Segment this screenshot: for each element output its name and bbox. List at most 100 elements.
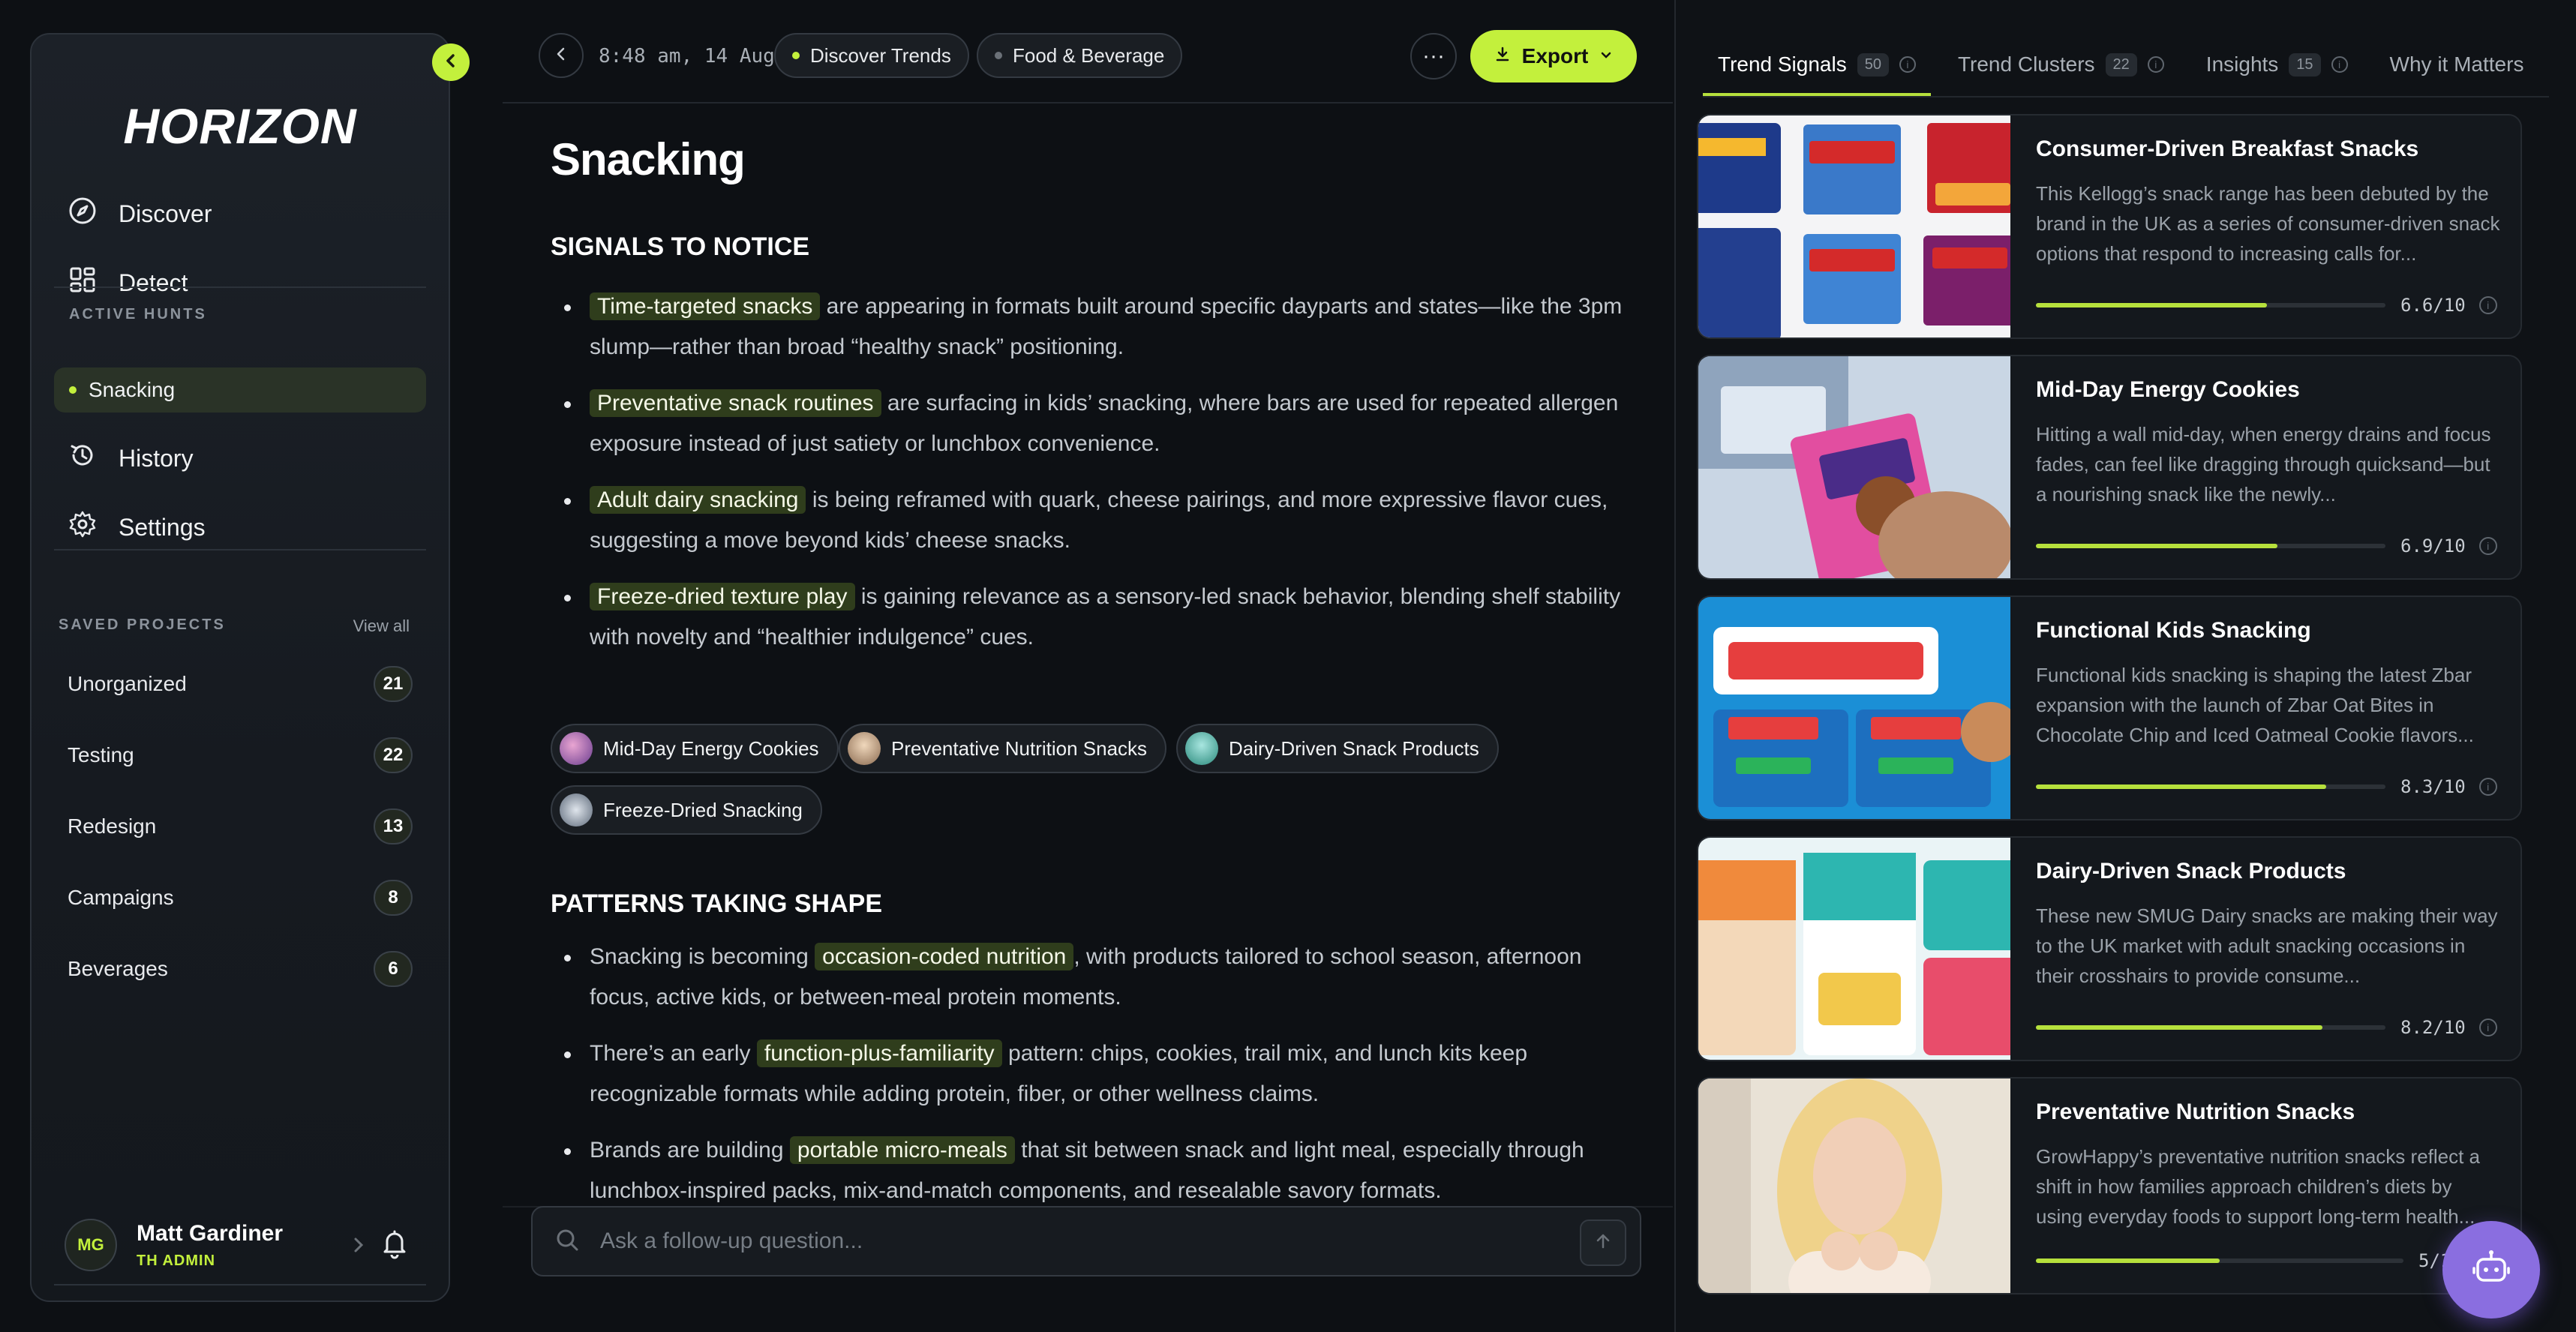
chip-label: Food & Beverage bbox=[1013, 44, 1165, 67]
thumbnail bbox=[1185, 732, 1218, 765]
robot-icon bbox=[2470, 1247, 2512, 1293]
project-item[interactable]: Unorganized 21 bbox=[68, 662, 413, 706]
info-icon[interactable]: i bbox=[2478, 537, 2497, 555]
nav-history[interactable]: History bbox=[68, 432, 194, 484]
info-icon[interactable]: i bbox=[1899, 56, 1916, 73]
info-icon[interactable]: i bbox=[2331, 56, 2348, 73]
project-item[interactable]: Beverages 6 bbox=[68, 946, 413, 992]
trend-card[interactable]: Consumer-Driven Breakfast Snacks This Ke… bbox=[1697, 114, 2522, 339]
back-button[interactable] bbox=[539, 33, 584, 78]
card-description: This Kellogg’s snack range has been debu… bbox=[2036, 182, 2500, 265]
highlight-term[interactable]: Preventative snack routines bbox=[590, 389, 881, 417]
highlight-term[interactable]: Freeze-dried texture play bbox=[590, 583, 855, 610]
pill-label: Preventative Nutrition Snacks bbox=[891, 736, 1148, 760]
chevron-right-icon[interactable] bbox=[350, 1230, 369, 1264]
chip-discover-trends[interactable]: Discover Trends bbox=[774, 33, 969, 78]
nav-detect[interactable]: Detect bbox=[68, 256, 188, 309]
highlight-term[interactable]: Time-targeted snacks bbox=[590, 292, 821, 320]
user-role: TH ADMIN bbox=[137, 1252, 216, 1269]
card-image bbox=[1698, 356, 2010, 578]
project-item[interactable]: Redesign 13 bbox=[68, 804, 413, 849]
nav-settings[interactable]: Settings bbox=[68, 501, 206, 554]
related-trend-pill[interactable]: Freeze-Dried Snacking bbox=[551, 785, 822, 835]
tab-label: Why it Matters bbox=[2389, 52, 2524, 76]
tab-trend-clusters[interactable]: Trend Clusters 22 i bbox=[1943, 33, 2179, 96]
hunt-label: Snacking bbox=[89, 378, 176, 401]
score-row: 6.9/10 i bbox=[2036, 535, 2501, 557]
ellipsis-icon: ··· bbox=[1422, 44, 1445, 68]
card-description: Functional kids snacking is shaping the … bbox=[2036, 664, 2474, 746]
divider bbox=[54, 549, 426, 550]
patterns-heading: PATTERNS TAKING SHAPE bbox=[551, 890, 883, 918]
tab-why-it-matters[interactable]: Why it Matters bbox=[2375, 33, 2539, 96]
nav-detect-label: Detect bbox=[119, 268, 188, 296]
chevron-down-icon bbox=[1599, 44, 1614, 68]
related-trend-pill[interactable]: Dairy-Driven Snack Products bbox=[1176, 724, 1499, 773]
grid-icon bbox=[68, 265, 98, 301]
more-options-button[interactable]: ··· bbox=[1410, 33, 1457, 80]
card-description: These new SMUG Dairy snacks are making t… bbox=[2036, 904, 2498, 987]
info-icon[interactable]: i bbox=[2478, 778, 2497, 796]
trend-card[interactable]: Preventative Nutrition Snacks GrowHappy’… bbox=[1697, 1077, 2522, 1294]
info-icon[interactable]: i bbox=[2478, 1018, 2497, 1036]
bell-icon[interactable] bbox=[380, 1227, 410, 1264]
score-value: 6.6/10 bbox=[2400, 295, 2466, 316]
card-title: Preventative Nutrition Snacks bbox=[2036, 1100, 2355, 1124]
divider bbox=[503, 102, 1673, 104]
list-item: Brands are building portable micro-meals… bbox=[551, 1130, 1631, 1211]
related-trend-pill[interactable]: Preventative Nutrition Snacks bbox=[839, 724, 1167, 773]
status-dot bbox=[792, 52, 800, 59]
card-title: Dairy-Driven Snack Products bbox=[2036, 859, 2346, 884]
card-image bbox=[1698, 597, 2010, 819]
card-description: GrowHappy’s preventative nutrition snack… bbox=[2036, 1145, 2481, 1228]
tab-insights[interactable]: Insights 15 i bbox=[2191, 33, 2363, 96]
pill-label: Mid-Day Energy Cookies bbox=[603, 736, 819, 760]
view-all-link[interactable]: View all bbox=[353, 616, 410, 636]
export-button[interactable]: Export bbox=[1470, 30, 1637, 82]
followup-bar bbox=[531, 1206, 1641, 1276]
related-trend-pill[interactable]: Mid-Day Energy Cookies bbox=[551, 724, 839, 773]
followup-input[interactable] bbox=[600, 1228, 1530, 1254]
tab-count: 15 bbox=[2289, 52, 2321, 76]
card-title: Functional Kids Snacking bbox=[2036, 618, 2311, 643]
score-track bbox=[2036, 1258, 2403, 1263]
user-name: Matt Gardiner bbox=[137, 1220, 284, 1246]
hunt-item-snacking[interactable]: Snacking bbox=[54, 368, 426, 412]
score-value: 6.9/10 bbox=[2400, 536, 2466, 556]
highlight-term[interactable]: occasion-coded nutrition bbox=[815, 943, 1074, 970]
tab-label: Insights bbox=[2205, 52, 2279, 76]
collapse-sidebar-button[interactable] bbox=[432, 44, 470, 81]
project-name: Testing bbox=[68, 743, 134, 766]
compass-icon bbox=[68, 196, 98, 232]
trend-card[interactable]: Dairy-Driven Snack Products These new SM… bbox=[1697, 836, 2522, 1061]
highlight-term[interactable]: portable micro-meals bbox=[789, 1136, 1015, 1164]
signals-list: Time-targeted snacks are appearing in fo… bbox=[551, 286, 1631, 658]
tab-trend-signals[interactable]: Trend Signals 50 i bbox=[1703, 33, 1931, 96]
pill-label: Dairy-Driven Snack Products bbox=[1229, 736, 1479, 760]
card-title: Mid-Day Energy Cookies bbox=[2036, 377, 2300, 402]
highlight-term[interactable]: function-plus-familiarity bbox=[756, 1040, 1002, 1067]
divider bbox=[54, 286, 426, 288]
list-item: Freeze-dried texture play is gaining rel… bbox=[551, 577, 1631, 658]
nav-discover[interactable]: Discover bbox=[68, 188, 212, 240]
highlight-term[interactable]: Adult dairy snacking bbox=[590, 486, 806, 514]
trend-card[interactable]: Mid-Day Energy Cookies Hitting a wall mi… bbox=[1697, 355, 2522, 580]
score-row: 6.6/10 i bbox=[2036, 294, 2501, 316]
project-item[interactable]: Campaigns 8 bbox=[68, 875, 413, 920]
send-button[interactable] bbox=[1580, 1220, 1626, 1266]
user-profile[interactable]: MG Matt Gardiner TH ADMIN bbox=[65, 1215, 419, 1275]
tab-bar: Trend Signals 50 i Trend Clusters 22 i I… bbox=[1703, 33, 2538, 96]
score-track bbox=[2036, 544, 2385, 548]
logo: HORIZON bbox=[123, 98, 357, 154]
trend-card[interactable]: Functional Kids Snacking Functional kids… bbox=[1697, 596, 2522, 820]
score-row: 8.3/10 i bbox=[2036, 776, 2501, 798]
score-track bbox=[2036, 1025, 2385, 1030]
gear-icon bbox=[68, 509, 98, 545]
assistant-bot-button[interactable] bbox=[2442, 1221, 2540, 1318]
signals-heading: SIGNALS TO NOTICE bbox=[551, 232, 810, 261]
info-icon[interactable]: i bbox=[2478, 296, 2497, 314]
active-hunts-label: ACTIVE HUNTS bbox=[69, 306, 207, 322]
chip-food-beverage[interactable]: Food & Beverage bbox=[977, 33, 1183, 78]
project-item[interactable]: Testing 22 bbox=[68, 733, 413, 778]
info-icon[interactable]: i bbox=[2147, 56, 2164, 73]
